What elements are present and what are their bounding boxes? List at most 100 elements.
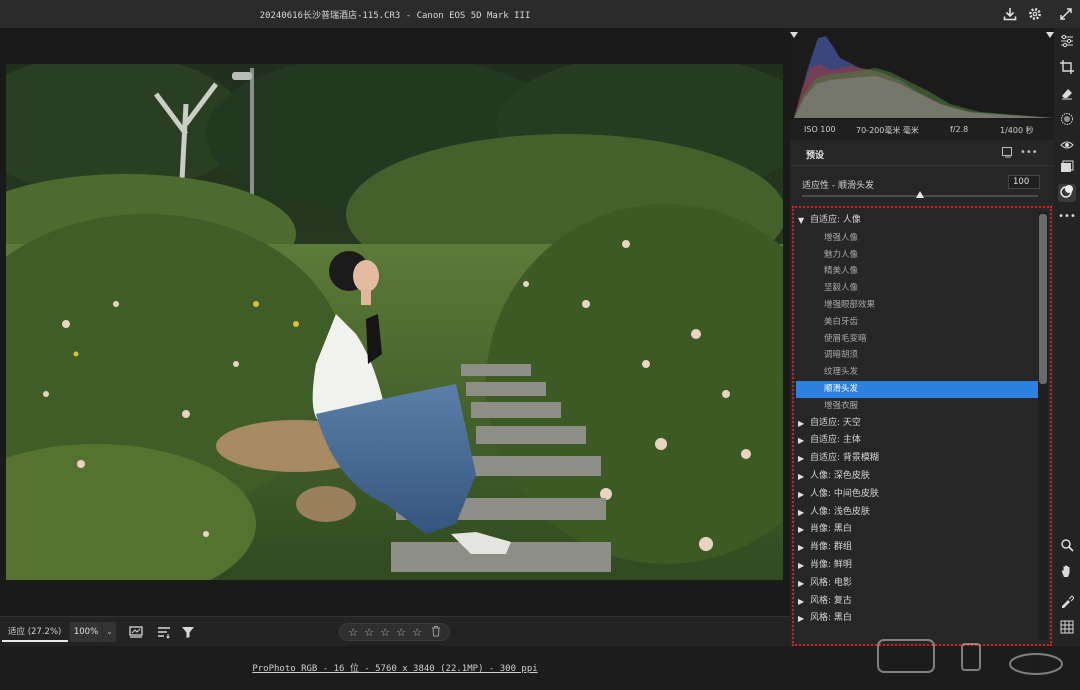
preset-group-label: 自适应: 天空	[810, 417, 861, 428]
preset-group[interactable]: ▶ 自适应: 主体	[796, 432, 1038, 450]
tool-strip: •••	[1054, 28, 1080, 646]
download-icon[interactable]	[1002, 6, 1018, 22]
triangle-right-icon[interactable]: ▶	[798, 504, 804, 522]
gear-icon[interactable]	[1027, 6, 1043, 22]
new-preset-icon[interactable]	[1000, 146, 1014, 160]
star-2-icon[interactable]: ☆	[362, 625, 376, 641]
shutter-value: 1/400 秒	[1000, 126, 1034, 135]
edit-sliders-icon[interactable]	[1058, 34, 1076, 52]
zoom-percent-button[interactable]: 100%	[70, 622, 102, 642]
triangle-right-icon[interactable]: ▶	[798, 610, 804, 628]
watermark-logo	[870, 636, 1070, 680]
preset-group[interactable]: ▶ 人像: 浅色皮肤	[796, 504, 1038, 522]
focal-length-value: 70-200毫米 毫米	[856, 126, 919, 135]
preset-item[interactable]: 增强人像	[796, 230, 1038, 247]
preset-group-label: 肖像: 鲜明	[810, 559, 852, 570]
photo-preview[interactable]	[6, 64, 783, 580]
hand-icon[interactable]	[1058, 564, 1076, 582]
zoom-dropdown-chevron-icon[interactable]: ⌄	[102, 622, 116, 642]
preset-group[interactable]: ▶ 人像: 深色皮肤	[796, 468, 1038, 486]
zoom-fit-button[interactable]: 适应 (27.2%)	[2, 622, 68, 642]
preset-group[interactable]: ▶ 肖像: 鲜明	[796, 557, 1038, 575]
triangle-right-icon[interactable]: ▶	[798, 557, 804, 575]
preset-group[interactable]: ▶ 风格: 黑白	[796, 610, 1038, 628]
sort-icon[interactable]	[156, 624, 172, 640]
preset-item[interactable]: 纹理头发	[796, 364, 1038, 381]
preset-group[interactable]: ▶ 自适应: 背景模糊	[796, 450, 1038, 468]
preset-group-label: 自适应: 背景模糊	[810, 453, 879, 464]
trash-icon[interactable]	[431, 625, 443, 641]
preset-amount-control: 适应性 - 顺滑头发 100	[790, 170, 1054, 204]
redeye-icon[interactable]	[1058, 138, 1076, 156]
sampler-icon[interactable]	[1058, 594, 1076, 612]
star-rating: ☆ ☆ ☆ ☆ ☆	[339, 623, 450, 641]
triangle-right-icon[interactable]: ▶	[798, 486, 804, 504]
star-5-icon[interactable]: ☆	[410, 625, 424, 641]
preset-group-label: 自适应: 人像	[810, 215, 861, 225]
presets-title: 预设	[806, 151, 825, 161]
crop-icon[interactable]	[1058, 60, 1076, 78]
preset-group[interactable]: ▶ 风格: 复古	[796, 593, 1038, 611]
preset-group-label: 风格: 黑白	[810, 613, 852, 624]
file-info-link[interactable]: ProPhoto RGB - 16 位 - 5760 x 3840 (22.1M…	[0, 661, 790, 674]
preset-list-scrollbar[interactable]	[1038, 212, 1048, 640]
zoom-icon[interactable]	[1058, 538, 1076, 556]
preset-item[interactable]: 增强眼部效果	[796, 297, 1038, 314]
more-icon[interactable]: •••	[1058, 208, 1076, 226]
histogram	[790, 28, 1054, 120]
star-1-icon[interactable]: ☆	[346, 625, 360, 641]
triangle-right-icon[interactable]: ▶	[798, 575, 804, 593]
exif-info: ISO 100 70-200毫米 毫米 f/2.8 1/400 秒	[790, 120, 1054, 140]
preset-group[interactable]: ▶ 肖像: 黑白	[796, 521, 1038, 539]
right-panel: ISO 100 70-200毫米 毫米 f/2.8 1/400 秒 预设 •••…	[790, 28, 1054, 646]
preset-item[interactable]: 美白牙齿	[796, 314, 1038, 331]
preset-item[interactable]: 魅力人像	[796, 247, 1038, 264]
preset-group-label: 肖像: 群组	[810, 542, 852, 553]
presets-icon[interactable]	[1058, 184, 1076, 202]
star-4-icon[interactable]: ☆	[394, 625, 408, 641]
canvas-status-bar: 适应 (27.2%) 100% ⌄ ☆ ☆ ☆ ☆ ☆	[0, 616, 790, 646]
preset-item[interactable]: 增强衣服	[796, 398, 1038, 415]
triangle-right-icon[interactable]: ▶	[798, 450, 804, 468]
amount-input[interactable]: 100	[1008, 175, 1040, 189]
triangle-right-icon[interactable]: ▶	[798, 539, 804, 557]
eraser-icon[interactable]	[1058, 86, 1076, 104]
preset-item[interactable]: 精美人像	[796, 263, 1038, 280]
triangle-right-icon[interactable]: ▶	[798, 415, 804, 433]
filter-icon[interactable]	[180, 624, 196, 640]
preset-group[interactable]: ▼ 自适应: 人像	[796, 212, 1038, 230]
triangle-right-icon[interactable]: ▶	[798, 521, 804, 539]
preset-group[interactable]: ▶ 风格: 电影	[796, 575, 1038, 593]
scrollbar-thumb[interactable]	[1039, 214, 1047, 384]
triangle-right-icon[interactable]: ▶	[798, 432, 804, 450]
aperture-value: f/2.8	[950, 125, 969, 134]
preset-item[interactable]: 坚毅人像	[796, 280, 1038, 297]
masking-icon[interactable]	[1058, 112, 1076, 130]
star-3-icon[interactable]: ☆	[378, 625, 392, 641]
preset-item[interactable]: 调暗胡须	[796, 347, 1038, 364]
more-options-icon[interactable]: •••	[1020, 146, 1038, 160]
compare-view-icon[interactable]	[128, 624, 144, 640]
preset-list-items: ▼ 自适应: 人像增强人像 魅力人像 精美人像 坚毅人像 增强眼部效果 美白牙齿 使眉毛变暗调…	[796, 212, 1038, 628]
preset-group[interactable]: ▶ 自适应: 天空	[796, 415, 1038, 433]
triangle-right-icon[interactable]: ▶	[798, 593, 804, 611]
title-bar: 20240616长沙普瑞酒店-115.CR3 - Canon EOS 5D Ma…	[0, 0, 1080, 28]
amount-slider-thumb[interactable]	[916, 191, 924, 198]
image-canvas[interactable]	[0, 28, 790, 616]
snapshots-icon[interactable]	[1058, 160, 1076, 178]
preset-group[interactable]: ▶ 肖像: 群组	[796, 539, 1038, 557]
window-title: 20240616长沙普瑞酒店-115.CR3 - Canon EOS 5D Ma…	[259, 11, 531, 21]
preset-group[interactable]: ▶ 人像: 中间色皮肤	[796, 486, 1038, 504]
preset-group-label: 肖像: 黑白	[810, 524, 852, 535]
preset-group-label: 人像: 深色皮肤	[810, 470, 870, 481]
expand-icon[interactable]	[1058, 6, 1074, 22]
preset-item-selected[interactable]: 顺滑头发	[796, 380, 1038, 398]
iso-value: ISO 100	[804, 125, 836, 134]
preset-group-label: 自适应: 主体	[810, 435, 861, 446]
preset-group-label: 风格: 电影	[810, 577, 852, 588]
preset-group-label: 人像: 浅色皮肤	[810, 506, 870, 517]
triangle-right-icon[interactable]: ▶	[798, 468, 804, 486]
triangle-down-icon[interactable]: ▼	[798, 212, 804, 230]
preset-group-label: 风格: 复古	[810, 595, 852, 606]
preset-item[interactable]: 使眉毛变暗	[796, 331, 1038, 348]
